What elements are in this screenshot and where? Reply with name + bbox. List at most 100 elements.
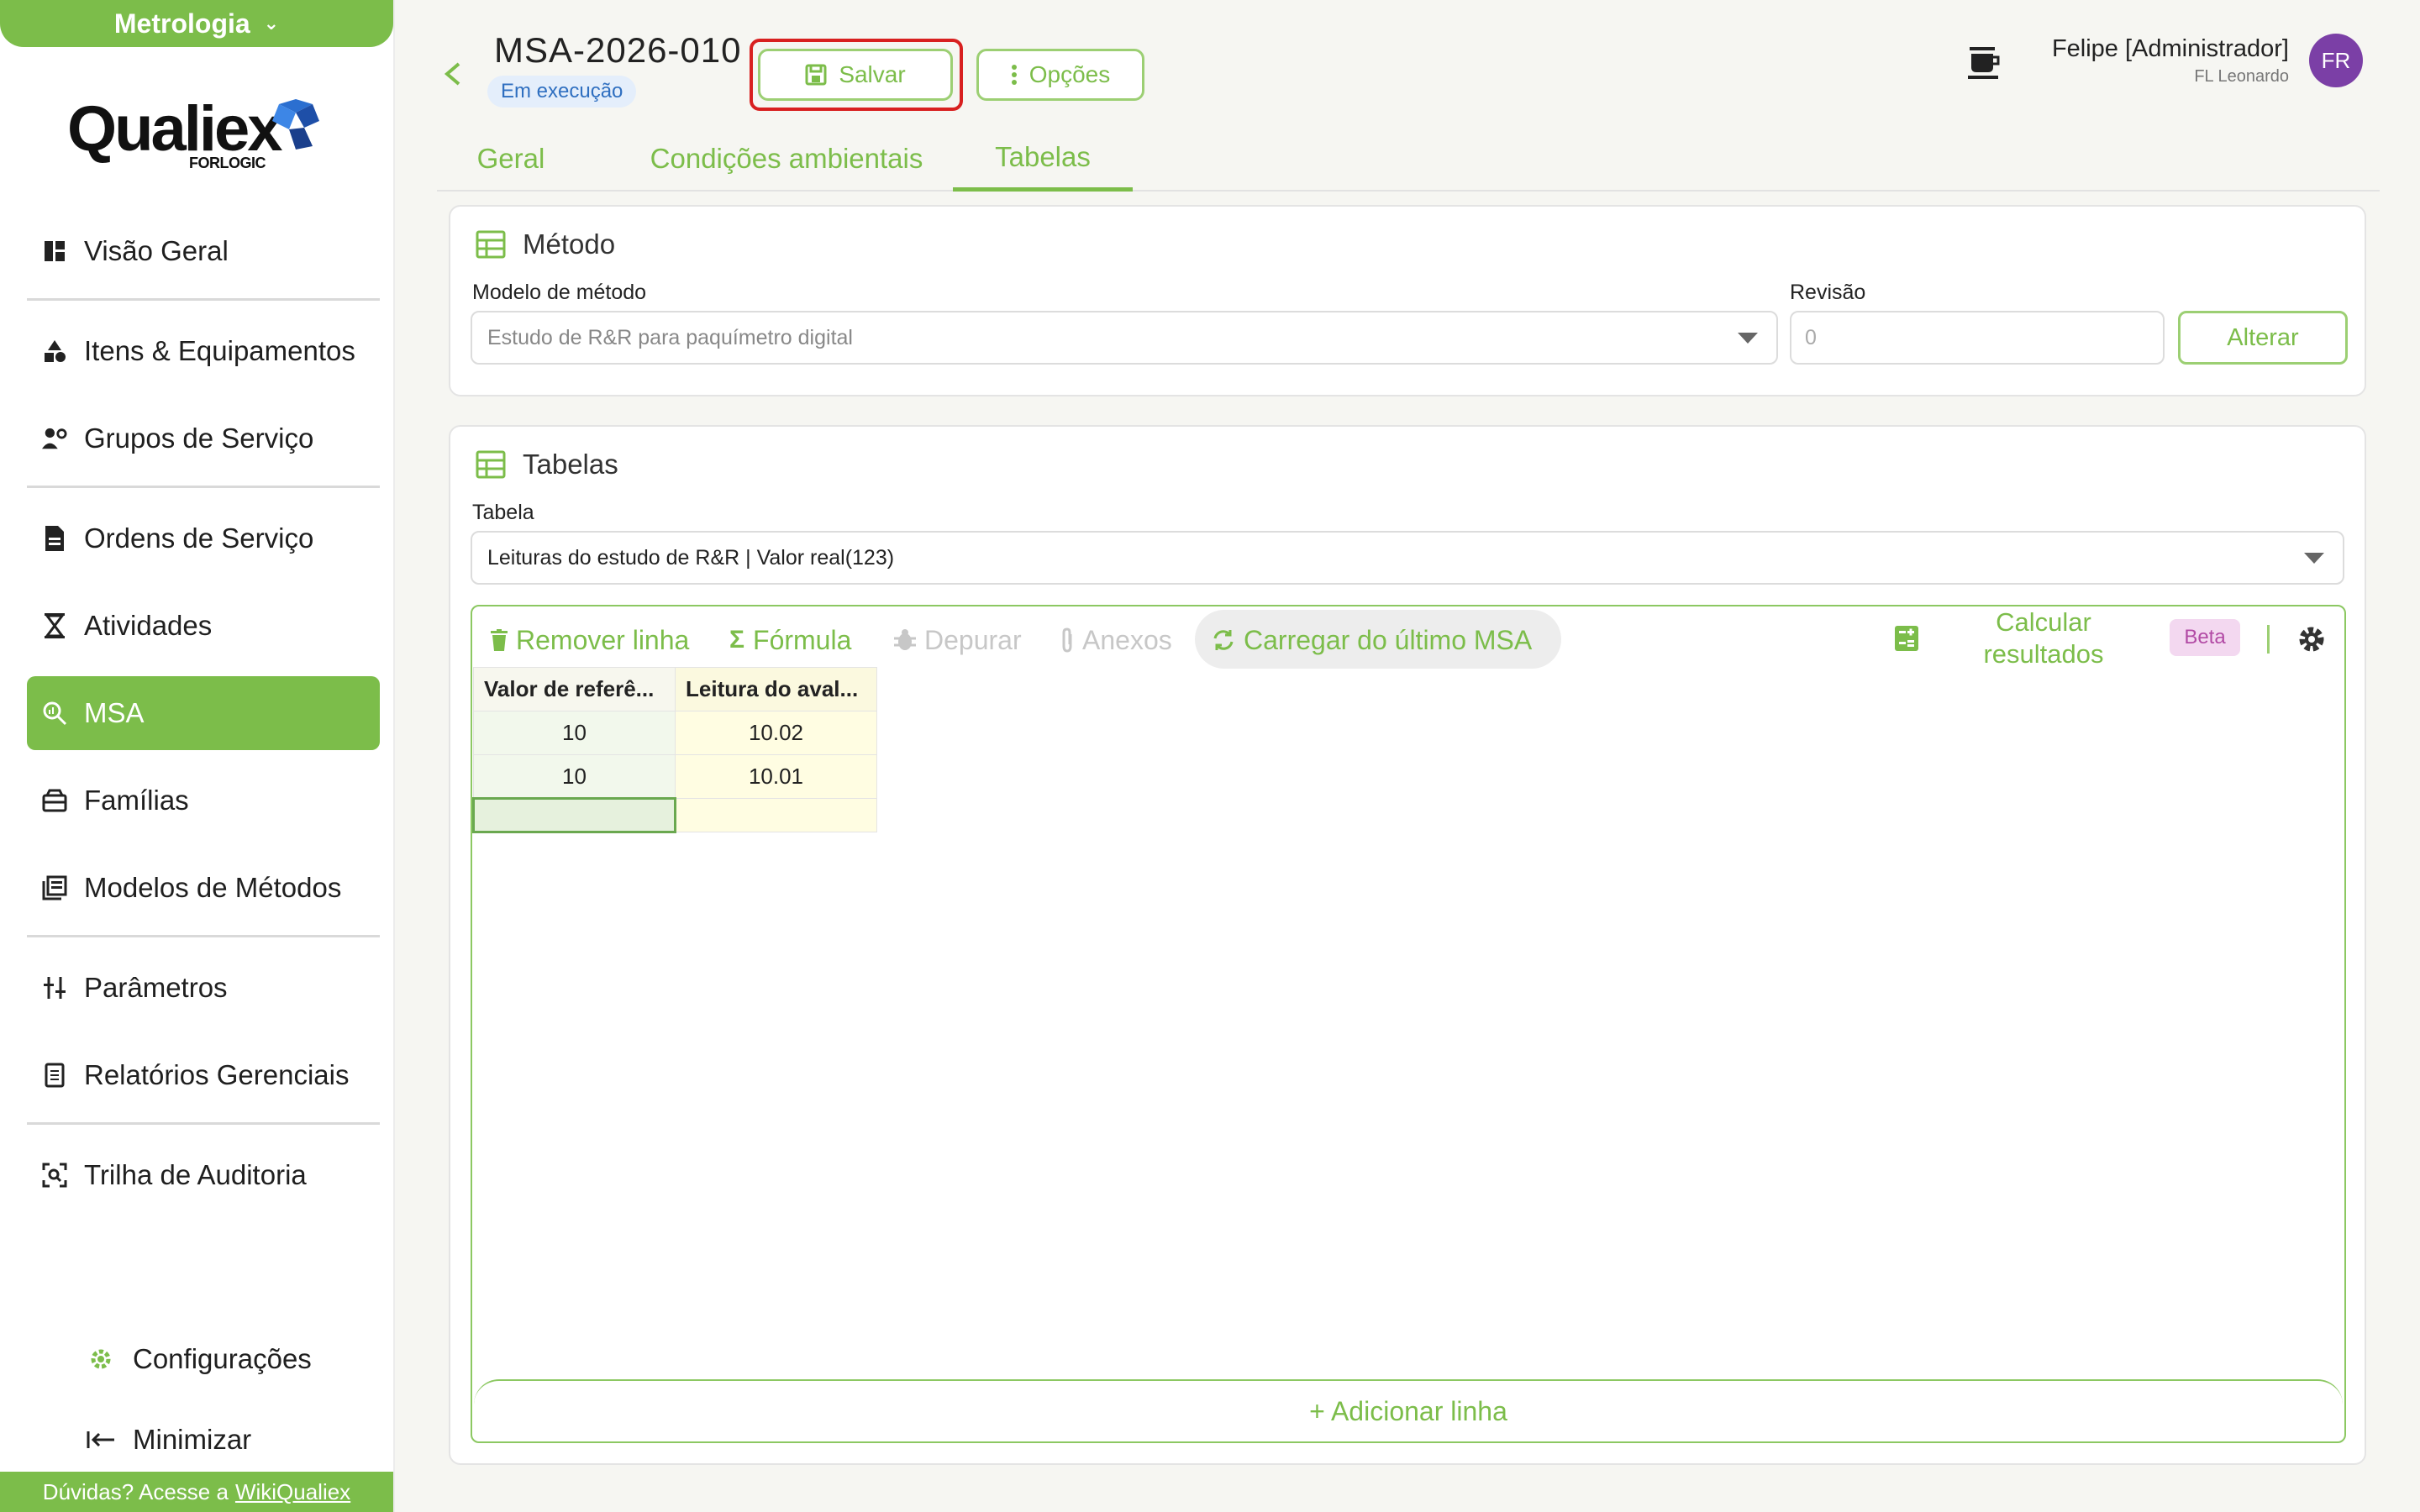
chevron-down-icon: ⌄ bbox=[263, 13, 280, 34]
status-badge: Em execução bbox=[487, 76, 637, 108]
collapse-left-icon bbox=[84, 1430, 118, 1450]
settings-button[interactable]: Configurações bbox=[84, 1319, 336, 1399]
minimize-button[interactable]: Minimizar bbox=[84, 1399, 336, 1480]
table-cell-selected[interactable] bbox=[472, 797, 676, 833]
library-books-icon bbox=[42, 875, 67, 900]
options-button[interactable]: Opções bbox=[976, 49, 1144, 101]
table-row bbox=[472, 797, 877, 833]
revision-label: Revisão bbox=[1790, 281, 1866, 304]
sidebar-item-familias[interactable]: Famílias bbox=[27, 764, 380, 837]
model-select[interactable]: Estudo de R&R para paquímetro digital bbox=[471, 311, 1778, 365]
search-analytics-icon bbox=[42, 701, 67, 726]
module-selector[interactable]: Metrologia ⌄ bbox=[0, 0, 393, 47]
user-name[interactable]: Felipe [Administrador] bbox=[2052, 35, 2289, 63]
avatar[interactable]: FR bbox=[2309, 34, 2363, 87]
remove-row-button[interactable]: Remover linha bbox=[491, 622, 689, 659]
table-select[interactable]: Leituras do estudo de R&R | Valor real(1… bbox=[471, 531, 2344, 585]
debug-button[interactable]: Depurar bbox=[894, 622, 1022, 659]
tab-tabelas[interactable]: Tabelas bbox=[953, 126, 1133, 192]
logo-subtext: FORLOGIC bbox=[189, 155, 266, 171]
gear-icon bbox=[84, 1347, 118, 1372]
sidebar: Metrologia ⌄ Qualiex FORLOGIC Visão Gera… bbox=[0, 0, 395, 1512]
column-header[interactable]: Leitura do aval... bbox=[675, 667, 877, 711]
save-button[interactable]: Salvar bbox=[758, 49, 953, 101]
table-cell[interactable]: 10.01 bbox=[675, 754, 877, 799]
sidebar-item-visao-geral[interactable]: Visão Geral bbox=[27, 214, 380, 288]
remove-row-label: Remover linha bbox=[516, 624, 690, 655]
sidebar-item-modelos-metodos[interactable]: Modelos de Métodos bbox=[27, 851, 380, 925]
trash-icon bbox=[491, 629, 508, 651]
table-cell[interactable]: 10.02 bbox=[675, 711, 877, 755]
attachments-button[interactable]: Anexos bbox=[1060, 622, 1172, 659]
sidebar-item-label: Itens & Equipamentos bbox=[84, 335, 355, 366]
hourglass-icon bbox=[42, 613, 67, 638]
sidebar-item-parametros[interactable]: Parâmetros bbox=[27, 951, 380, 1025]
wiki-link[interactable]: WikiQualiex bbox=[235, 1479, 350, 1505]
table-label: Tabela bbox=[472, 501, 534, 524]
sigma-icon: Σ bbox=[729, 626, 745, 654]
sidebar-item-itens-equipamentos[interactable]: Itens & Equipamentos bbox=[27, 314, 380, 388]
dropdown-caret-icon bbox=[2304, 553, 2324, 564]
save-label: Salvar bbox=[839, 61, 906, 87]
user-company: FL Leonardo bbox=[2194, 67, 2289, 86]
sidebar-nav: Visão Geral Itens & Equipamentos Grupos … bbox=[27, 214, 380, 1212]
sidebar-item-label: Relatórios Gerenciais bbox=[84, 1059, 350, 1090]
revision-input[interactable]: 0 bbox=[1790, 311, 2165, 365]
method-title: Método bbox=[476, 228, 615, 260]
sidebar-item-atividades[interactable]: Atividades bbox=[27, 589, 380, 663]
sidebar-item-label: MSA bbox=[84, 697, 145, 728]
back-arrow-icon[interactable] bbox=[437, 57, 471, 91]
attachments-label: Anexos bbox=[1082, 624, 1172, 655]
group-gear-icon bbox=[42, 426, 67, 451]
table-cell[interactable]: 10 bbox=[473, 711, 676, 755]
help-bar: Dúvidas? Acesse a WikiQualiex bbox=[0, 1472, 393, 1512]
divider bbox=[27, 1122, 380, 1125]
gear-icon[interactable] bbox=[2296, 623, 2328, 655]
toolbar-divider bbox=[2267, 625, 2270, 654]
sidebar-item-relatorios[interactable]: Relatórios Gerenciais bbox=[27, 1038, 380, 1112]
divider bbox=[27, 935, 380, 937]
sidebar-item-label: Modelos de Métodos bbox=[84, 872, 342, 903]
debug-label: Depurar bbox=[924, 624, 1022, 655]
document-icon bbox=[42, 526, 67, 551]
logo-mark-icon bbox=[272, 99, 319, 150]
calculator-icon[interactable] bbox=[1894, 625, 1919, 652]
sidebar-item-trilha-auditoria[interactable]: Trilha de Auditoria bbox=[27, 1138, 380, 1212]
coffee-icon[interactable] bbox=[1965, 44, 2003, 82]
sidebar-item-grupos-servico[interactable]: Grupos de Serviço bbox=[27, 402, 380, 475]
more-vertical-icon bbox=[1011, 65, 1017, 85]
sidebar-item-label: Grupos de Serviço bbox=[84, 423, 314, 454]
inventory-icon bbox=[42, 788, 67, 813]
beta-badge: Beta bbox=[2170, 619, 2240, 656]
formula-button[interactable]: Σ Fórmula bbox=[729, 622, 851, 659]
help-text: Dúvidas? Acesse a bbox=[42, 1478, 229, 1504]
table-editor: Remover linha Σ Fórmula Depurar Anexos C… bbox=[471, 605, 2346, 1443]
column-header[interactable]: Valor de referê... bbox=[473, 667, 676, 711]
sort-params-icon bbox=[42, 975, 67, 1000]
sidebar-item-label: Trilha de Auditoria bbox=[84, 1159, 307, 1190]
load-last-msa-button[interactable]: Carregar do último MSA bbox=[1212, 622, 1532, 659]
qualiex-logo: Qualiex FORLOGIC bbox=[67, 92, 328, 171]
load-last-msa-label: Carregar do último MSA bbox=[1244, 624, 1533, 655]
minimize-label: Minimizar bbox=[133, 1424, 252, 1455]
divider bbox=[27, 298, 380, 301]
change-method-button[interactable]: Alterar bbox=[2178, 311, 2348, 365]
table-cell[interactable] bbox=[675, 798, 877, 832]
tables-title: Tabelas bbox=[476, 449, 618, 480]
model-value: Estudo de R&R para paquímetro digital bbox=[487, 325, 853, 349]
dropdown-caret-icon bbox=[1738, 333, 1758, 344]
sidebar-item-msa[interactable]: MSA bbox=[27, 676, 380, 750]
table-row: 10 10.02 bbox=[473, 711, 877, 755]
tab-bar: Geral Condições ambientais Tabelas bbox=[437, 126, 2380, 192]
table-cell[interactable]: 10 bbox=[473, 754, 676, 799]
table-icon bbox=[476, 230, 506, 259]
tab-geral[interactable]: Geral bbox=[437, 126, 585, 192]
shapes-icon bbox=[42, 339, 67, 364]
sidebar-bottom-actions: Configurações Minimizar bbox=[84, 1319, 336, 1480]
table-row: 10 10.01 bbox=[473, 754, 877, 799]
sidebar-item-ordens-servico[interactable]: Ordens de Serviço bbox=[27, 501, 380, 575]
method-title-text: Método bbox=[523, 228, 616, 260]
calculate-results-button[interactable]: Calcular resultados bbox=[1960, 606, 2128, 670]
tab-condicoes-ambientais[interactable]: Condições ambientais bbox=[613, 126, 960, 192]
add-row-button[interactable]: + Adicionar linha bbox=[474, 1379, 2343, 1441]
